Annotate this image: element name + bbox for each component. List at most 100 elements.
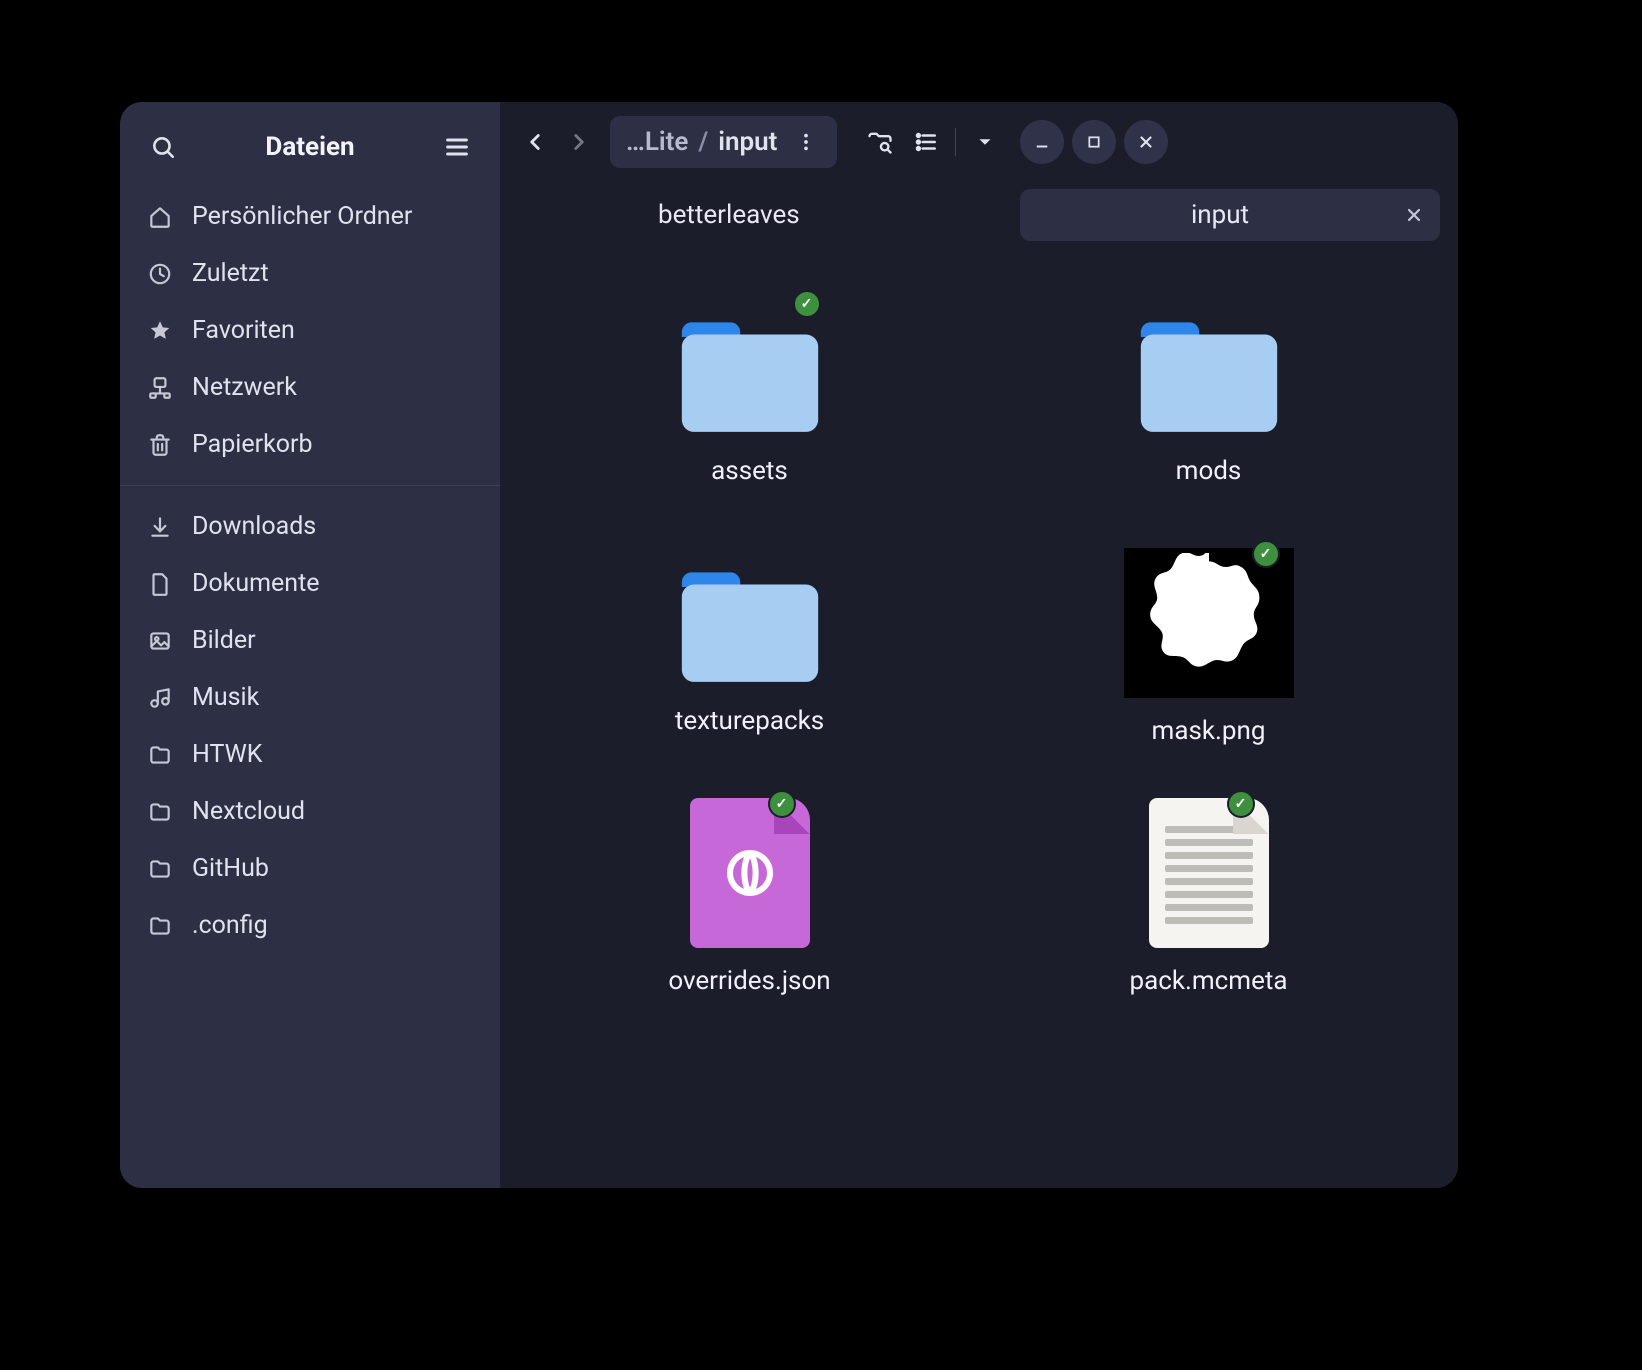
- path-segment-truncated[interactable]: …Lite: [620, 127, 694, 157]
- sidebar-places: Persönlicher Ordner Zuletzt Favoriten Netzw…: [120, 182, 500, 479]
- chevron-left-icon: [522, 129, 548, 155]
- parent-folder-label[interactable]: betterleaves: [658, 200, 800, 230]
- sidebar-item-musik[interactable]: Musik: [120, 669, 500, 726]
- sidebar-item-label: HTWK: [192, 740, 262, 769]
- search-icon: [150, 134, 176, 160]
- forward-button[interactable]: [558, 121, 600, 163]
- sidebar-item-pers-nlicher-ordner[interactable]: Persönlicher Ordner: [120, 188, 500, 245]
- minimize-icon: [1033, 133, 1051, 151]
- grid-item-texturepacks[interactable]: texturepacks: [640, 548, 860, 736]
- sidebar-item-label: Zuletzt: [192, 259, 269, 288]
- sidebar-separator: [120, 485, 500, 486]
- close-icon: [1404, 205, 1424, 225]
- music-icon: [146, 685, 174, 711]
- folder-icon: [146, 742, 174, 768]
- image-thumbnail: [1124, 548, 1294, 698]
- sidebar-item-bilder[interactable]: Bilder: [120, 612, 500, 669]
- list-icon: [913, 129, 939, 155]
- hamburger-menu-button[interactable]: [436, 126, 478, 168]
- folder-search-button[interactable]: [859, 121, 901, 163]
- sidebar-item-label: Musik: [192, 683, 259, 712]
- grid-item-mask-png[interactable]: ✓ mask.png: [1099, 548, 1319, 746]
- sidebar-item-label: Nextcloud: [192, 797, 305, 826]
- grid-item-pack-mcmeta[interactable]: ✓ pack.mcmeta: [1099, 798, 1319, 996]
- toolbar-divider: [955, 128, 956, 156]
- download-icon: [146, 514, 174, 540]
- text-file-icon: [1149, 798, 1269, 948]
- grid-item-label: pack.mcmeta: [1129, 966, 1287, 996]
- sidebar-item-papierkorb[interactable]: Papierkorb: [120, 416, 500, 473]
- sidebar-item-nextcloud[interactable]: Nextcloud: [120, 783, 500, 840]
- close-icon: [1137, 133, 1155, 151]
- sidebar-title: Dateien: [265, 132, 354, 162]
- path-menu-button[interactable]: [785, 121, 827, 163]
- sidebar-item--config[interactable]: .config: [120, 897, 500, 954]
- file-grid: ✓ assets mods texturepacks ✓ mask.png ✓ …: [500, 248, 1458, 1188]
- sidebar-item-label: Bilder: [192, 626, 256, 655]
- sidebar-item-github[interactable]: GitHub: [120, 840, 500, 897]
- search-field[interactable]: input: [1020, 189, 1440, 241]
- crumb-row: betterleaves input: [500, 182, 1458, 248]
- close-button[interactable]: [1124, 120, 1168, 164]
- sync-badge-icon: ✓: [795, 292, 819, 316]
- chevron-down-icon: [974, 131, 996, 153]
- maximize-button[interactable]: [1072, 120, 1116, 164]
- grid-item-label: overrides.json: [668, 966, 830, 996]
- sidebar-header: Dateien: [120, 112, 500, 182]
- sidebar-item-label: Netzwerk: [192, 373, 297, 402]
- clock-icon: [146, 261, 174, 287]
- star-icon: [146, 318, 174, 344]
- sidebar-item-label: Papierkorb: [192, 430, 313, 459]
- sync-badge-icon: ✓: [1254, 542, 1278, 566]
- folder-icon: [665, 548, 835, 688]
- sidebar-item-favoriten[interactable]: Favoriten: [120, 302, 500, 359]
- grid-item-label: mods: [1176, 456, 1242, 486]
- sidebar-item-netzwerk[interactable]: Netzwerk: [120, 359, 500, 416]
- chevron-right-icon: [566, 129, 592, 155]
- back-button[interactable]: [514, 121, 556, 163]
- grid-item-overrides-json[interactable]: ✓ overrides.json: [640, 798, 860, 996]
- sidebar-item-dokumente[interactable]: Dokumente: [120, 555, 500, 612]
- trash-icon: [146, 432, 174, 458]
- folder-icon: [146, 913, 174, 939]
- sidebar-item-zuletzt[interactable]: Zuletzt: [120, 245, 500, 302]
- sidebar: Dateien Persönlicher Ordner Zuletzt Favori…: [120, 102, 500, 1188]
- toolbar: …Lite / input: [500, 102, 1458, 182]
- sidebar-item-label: .config: [192, 911, 268, 940]
- sidebar-item-label: Dokumente: [192, 569, 320, 598]
- document-icon: [146, 571, 174, 597]
- maximize-icon: [1086, 134, 1102, 150]
- sync-badge-icon: ✓: [1229, 792, 1253, 816]
- path-separator: /: [694, 127, 712, 157]
- grid-item-label: mask.png: [1152, 716, 1266, 746]
- folder-search-icon: [866, 128, 894, 156]
- grid-item-label: assets: [711, 456, 788, 486]
- sidebar-item-downloads[interactable]: Downloads: [120, 498, 500, 555]
- path-segment-current[interactable]: input: [712, 127, 783, 157]
- grid-item-mods[interactable]: mods: [1099, 298, 1319, 486]
- sidebar-bookmarks: Downloads Dokumente Bilder Musik HTWK Nextclo…: [120, 492, 500, 960]
- grid-item-assets[interactable]: ✓ assets: [640, 298, 860, 486]
- minimize-button[interactable]: [1020, 120, 1064, 164]
- json-file-icon: [690, 798, 810, 948]
- home-icon: [146, 204, 174, 230]
- file-manager-window: Dateien Persönlicher Ordner Zuletzt Favori…: [120, 102, 1458, 1188]
- folder-icon: [146, 799, 174, 825]
- folder-icon: [1124, 298, 1294, 438]
- sidebar-item-htwk[interactable]: HTWK: [120, 726, 500, 783]
- sidebar-item-label: Downloads: [192, 512, 316, 541]
- search-button[interactable]: [142, 126, 184, 168]
- kebab-icon: [795, 131, 817, 153]
- image-icon: [146, 628, 174, 654]
- sidebar-item-label: Favoriten: [192, 316, 295, 345]
- view-options-dropdown[interactable]: [964, 121, 1006, 163]
- hamburger-icon: [443, 133, 471, 161]
- search-clear-button[interactable]: [1404, 205, 1424, 225]
- path-bar[interactable]: …Lite / input: [610, 116, 837, 168]
- main-pane: …Lite / input: [500, 102, 1458, 1188]
- view-list-button[interactable]: [905, 121, 947, 163]
- search-value: input: [1036, 200, 1404, 230]
- sync-badge-icon: ✓: [770, 792, 794, 816]
- folder-icon: [146, 856, 174, 882]
- grid-item-label: texturepacks: [675, 706, 824, 736]
